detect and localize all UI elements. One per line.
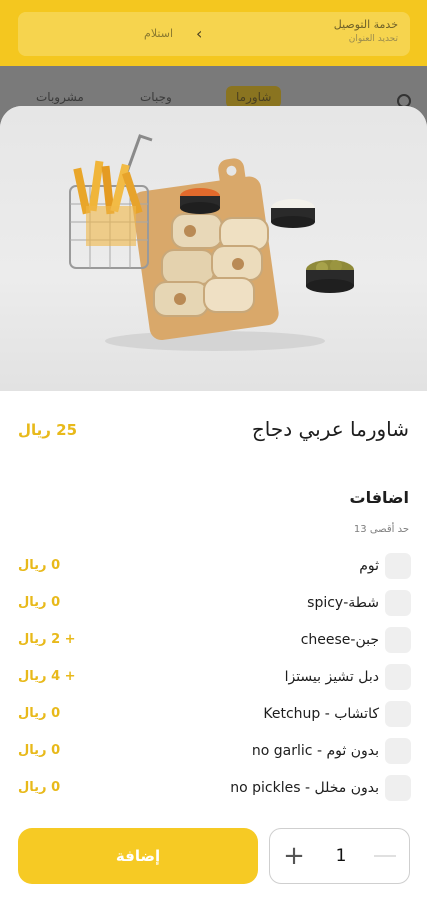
addons-list: ثوم 0 ريال شطة-spicy 0 ريال جبن-cheese +… bbox=[0, 550, 427, 809]
addon-price: 0 ريال bbox=[18, 558, 61, 573]
addon-name: دبل تشيز بيستزا bbox=[284, 669, 379, 685]
addon-price: 0 ريال bbox=[18, 706, 61, 721]
addon-row-no-garlic[interactable]: بدون ثوم - no garlic 0 ريال bbox=[0, 735, 427, 772]
addons-limit: حد أقصى 13 bbox=[353, 524, 409, 535]
addon-price: 0 ريال bbox=[18, 780, 61, 795]
quantity-stepper: + 1 bbox=[269, 828, 410, 884]
addon-price: 0 ريال bbox=[18, 743, 61, 758]
add-to-cart-button[interactable]: إضافة bbox=[18, 828, 258, 884]
addon-name: جبن-cheese bbox=[300, 632, 379, 648]
addon-row-ketchup[interactable]: كاتشاب - Ketchup 0 ريال bbox=[0, 698, 427, 735]
addon-name: شطة-spicy bbox=[307, 595, 379, 611]
addon-name: ثوم bbox=[359, 558, 379, 574]
addon-price: 0 ريال bbox=[18, 595, 61, 610]
tab-meals[interactable]: وجبات bbox=[140, 90, 172, 104]
addon-row-double-cheese[interactable]: دبل تشيز بيستزا + 4 ريال bbox=[0, 661, 427, 698]
product-price: 25 ريال bbox=[18, 421, 78, 439]
quantity-value: 1 bbox=[335, 846, 347, 866]
plus-icon[interactable]: + bbox=[280, 829, 308, 883]
pickup-label[interactable]: استلام bbox=[18, 12, 183, 56]
addon-price: + 2 ريال bbox=[18, 632, 76, 647]
addon-name: كاتشاب - Ketchup bbox=[263, 706, 379, 722]
delivery-title: خدمة التوصيل bbox=[333, 18, 398, 31]
addon-name: بدون مخلل - no pickles bbox=[230, 780, 379, 796]
addon-price: + 4 ريال bbox=[18, 669, 76, 684]
minus-icon[interactable] bbox=[374, 855, 396, 857]
addon-row-garlic[interactable]: ثوم 0 ريال bbox=[0, 550, 427, 587]
product-header: شاورما عربي دجاج 25 ريال bbox=[0, 411, 427, 451]
delivery-info[interactable]: خدمة التوصيل تحديد العنوان bbox=[334, 18, 398, 44]
addon-row-no-pickles[interactable]: بدون مخلل - no pickles 0 ريال bbox=[0, 772, 427, 809]
addon-checkbox[interactable] bbox=[385, 590, 411, 616]
addons-title: اضافات bbox=[349, 488, 409, 507]
product-image bbox=[0, 106, 427, 391]
product-title: شاورما عربي دجاج bbox=[251, 417, 409, 441]
shawarma-photo bbox=[69, 134, 354, 351]
addon-row-cheese[interactable]: جبن-cheese + 2 ريال bbox=[0, 624, 427, 661]
tab-drinks[interactable]: مشروبات bbox=[36, 90, 84, 104]
addon-checkbox[interactable] bbox=[385, 627, 411, 653]
addon-checkbox[interactable] bbox=[385, 738, 411, 764]
addon-checkbox[interactable] bbox=[385, 553, 411, 579]
chevron-left-icon[interactable]: ‹ bbox=[196, 12, 202, 56]
delivery-bar[interactable]: استلام ‹ خدمة التوصيل تحديد العنوان bbox=[18, 12, 410, 56]
delivery-subtitle: تحديد العنوان bbox=[348, 34, 398, 44]
addon-name: بدون ثوم - no garlic bbox=[251, 743, 379, 759]
product-sheet: شاورما عربي دجاج 25 ريال اضافات حد أقصى … bbox=[0, 106, 427, 900]
tab-shawarma[interactable]: شاورما bbox=[226, 86, 282, 108]
addon-checkbox[interactable] bbox=[385, 664, 411, 690]
addon-row-spicy[interactable]: شطة-spicy 0 ريال bbox=[0, 587, 427, 624]
addon-checkbox[interactable] bbox=[385, 701, 411, 727]
addon-checkbox[interactable] bbox=[385, 775, 411, 801]
app-header: استلام ‹ خدمة التوصيل تحديد العنوان bbox=[0, 0, 427, 66]
